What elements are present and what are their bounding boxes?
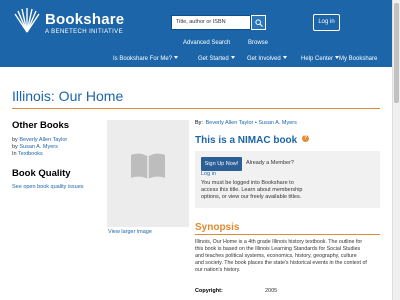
other-books-heading: Other Books <box>12 120 70 131</box>
site-header: Bookshare A BENETECH INITIATIVE Title, a… <box>0 0 392 67</box>
synopsis-text: Illinois, Our Home is a 4th grade Illino… <box>195 239 363 245</box>
book-placeholder-icon <box>131 153 165 179</box>
main-nav: Is Bookshare For Me? Get Started Get Inv… <box>0 53 392 67</box>
bookshare-logo[interactable]: Bookshare A BENETECH INITIATIVE <box>12 8 125 38</box>
nav-label: Help Center <box>301 56 334 62</box>
prefix: by <box>12 144 18 150</box>
notice-text: You must be logged into Bookshare to <box>201 180 294 186</box>
login-button[interactable]: Log in <box>313 14 340 31</box>
synopsis-divider <box>195 234 380 235</box>
book-quality-link[interactable]: See open book quality issues <box>12 184 84 190</box>
brand-name: Bookshare <box>45 11 125 28</box>
synopsis-text: and teaches political systems, economics… <box>195 253 357 259</box>
advanced-search-link[interactable]: Advanced Search <box>183 40 230 46</box>
brand-tagline: A BENETECH INITIATIVE <box>45 29 123 35</box>
already-member-text: Already a Member? <box>246 160 294 166</box>
page-title: Illinois: Our Home <box>12 88 124 104</box>
browse-link[interactable]: Browse <box>248 40 268 46</box>
author-link[interactable]: Beverly Allen Taylor <box>19 137 67 143</box>
other-books-item: by Susan A. Myers <box>12 144 58 150</box>
chevron-down-icon <box>230 56 235 59</box>
book-quality-item: See open book quality issues <box>12 184 84 190</box>
synopsis-text: this book is based on the Illinois Learn… <box>195 246 361 252</box>
prefix: by <box>12 137 18 143</box>
chevron-down-icon <box>282 56 287 59</box>
author-link[interactable]: Susan A. Myers <box>19 144 58 150</box>
synopsis-heading: Synopsis <box>195 222 240 233</box>
notice-text: access this title. Learn about membershi… <box>201 187 303 193</box>
nav-label: Is Bookshare For Me? <box>113 56 173 62</box>
other-books-item: by Beverly Allen Taylor <box>12 137 67 143</box>
nav-is-bookshare-for-me[interactable]: Is Bookshare For Me? <box>113 56 179 62</box>
copyright-label: Copyright: <box>195 288 223 294</box>
by-label: By: <box>195 120 203 126</box>
prefix: In <box>12 151 17 157</box>
copyright-value: 2005 <box>265 288 278 294</box>
open-book-logo-icon <box>14 8 40 33</box>
nav-help-center[interactable]: Help Center <box>301 56 340 62</box>
login-link[interactable]: Log in <box>201 171 216 177</box>
book-quality-heading: Book Quality <box>12 168 71 179</box>
nav-my-bookshare[interactable]: My Bookshare <box>339 56 377 62</box>
synopsis-text: and society. The book places the state's… <box>195 260 367 266</box>
scrollbar-thumb[interactable] <box>394 3 399 103</box>
category-link[interactable]: Textbooks <box>18 151 43 157</box>
nav-label: Get Involved <box>247 56 281 62</box>
nav-label: Get Started <box>198 56 229 62</box>
search-input[interactable]: Title, author or ISBN <box>171 15 251 30</box>
nav-label: My Bookshare <box>339 56 378 62</box>
page: Bookshare A BENETECH INITIATIVE Title, a… <box>0 0 400 300</box>
sign-up-button[interactable]: Sign Up Now! <box>201 157 242 171</box>
search-button[interactable] <box>251 15 266 30</box>
synopsis-text: our nation's history. <box>195 267 241 273</box>
scrollbar[interactable] <box>392 0 400 300</box>
book-cover-image[interactable] <box>107 120 189 227</box>
search-icon <box>255 19 263 27</box>
author-links[interactable]: Beverly Allen Taylor • Susan A. Myers <box>205 120 296 126</box>
nav-get-started[interactable]: Get Started <box>198 56 235 62</box>
title-divider <box>12 108 380 109</box>
other-books-item: In Textbooks <box>12 151 43 157</box>
author-byline: By: Beverly Allen Taylor • Susan A. Myer… <box>195 120 297 126</box>
access-notice: Sign Up Now! Already a Member? Log in Yo… <box>195 151 380 208</box>
nimac-heading: This is a NIMAC book <box>195 135 298 146</box>
nav-get-involved[interactable]: Get Involved <box>247 56 287 62</box>
help-icon[interactable]: ? <box>302 135 309 142</box>
chevron-down-icon <box>174 56 179 59</box>
view-larger-image-link[interactable]: View larger image <box>108 229 152 235</box>
notice-text: options, or view our freely available ti… <box>201 194 302 200</box>
